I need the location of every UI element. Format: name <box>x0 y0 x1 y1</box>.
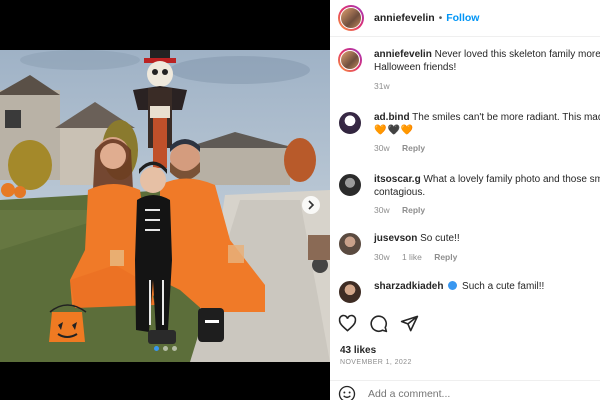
comment-text: What a lovely family photo and those sm <box>423 174 600 185</box>
carousel-dot <box>171 346 177 351</box>
list-item: sharzadkiadeh Such a cute famil!! <box>338 280 600 304</box>
family-photo-illustration <box>0 50 330 362</box>
reply-button[interactable]: Reply <box>402 205 425 215</box>
caption: anniefevelin Never loved this skeleton f… <box>338 48 600 93</box>
verified-badge-icon <box>448 281 458 290</box>
comment-body: jusevson So cute!! 30w 1 like Reply <box>374 232 460 264</box>
author-username[interactable]: anniefevelin <box>374 12 435 24</box>
like-count[interactable]: 43 likes <box>340 345 376 356</box>
action-bar <box>338 314 419 333</box>
comment-meta: 30w 1 like Reply <box>374 251 460 264</box>
photo-pane <box>0 0 330 400</box>
comment-body: itsoscar.g What a lovely family photo an… <box>374 173 600 217</box>
caption-text-line2: Halloween friends! <box>374 62 457 73</box>
commenter-avatar[interactable] <box>338 173 362 197</box>
commenter-avatar[interactable] <box>338 280 362 304</box>
reply-button[interactable]: Reply <box>402 143 425 153</box>
composer-divider <box>330 380 600 381</box>
comment-username[interactable]: sharzadkiadeh <box>374 281 443 292</box>
comment-text: So cute!! <box>420 233 460 244</box>
heart-icon[interactable] <box>338 314 357 333</box>
caption-text-line1: Never loved this skeleton family more <box>434 49 600 60</box>
commenter-avatar[interactable] <box>338 111 362 135</box>
post-side-panel: anniefevelin • Follow anniefevelin Never… <box>330 0 600 400</box>
header-separator: • <box>438 12 443 24</box>
comment-username[interactable]: itsoscar.g <box>374 174 421 185</box>
comment-meta: 30w Reply <box>374 142 600 155</box>
caption-time: 31w <box>374 81 390 91</box>
comment-time: 30w <box>374 205 390 215</box>
comment-time: 30w <box>374 143 390 153</box>
caption-username[interactable]: anniefevelin <box>374 49 432 60</box>
comment-icon[interactable] <box>369 314 388 333</box>
emoji-icon[interactable] <box>338 385 356 400</box>
comment-likes[interactable]: 1 like <box>402 252 422 262</box>
carousel-next-button[interactable] <box>302 196 320 214</box>
list-item: jusevson So cute!! 30w 1 like Reply <box>338 232 600 264</box>
comment-text-line2: contagious. <box>374 187 426 198</box>
comment-emoji: 🧡🖤🧡 <box>374 125 415 136</box>
post-date: NOVEMBER 1, 2022 <box>340 359 412 366</box>
post-photo[interactable] <box>0 50 330 362</box>
comment-username[interactable]: ad.bind <box>374 112 410 123</box>
reply-button[interactable]: Reply <box>434 252 457 262</box>
comment-composer <box>338 385 568 400</box>
post-header: anniefevelin • Follow <box>330 0 600 37</box>
comment-input[interactable] <box>368 388 568 400</box>
caption-avatar[interactable] <box>338 48 362 72</box>
follow-button[interactable]: Follow <box>446 12 479 24</box>
caption-body: anniefevelin Never loved this skeleton f… <box>374 48 600 93</box>
chevron-right-icon <box>308 200 315 210</box>
comment-text: Such a cute famil!! <box>462 281 545 292</box>
comment-body: sharzadkiadeh Such a cute famil!! <box>374 280 544 304</box>
comment-body: ad.bind The smiles can't be more radiant… <box>374 111 600 155</box>
list-item: ad.bind The smiles can't be more radiant… <box>338 111 600 155</box>
carousel-dots <box>0 346 330 351</box>
carousel-dot <box>162 346 168 351</box>
comment-text: The smiles can't be more radiant. This m… <box>412 112 600 123</box>
comment-meta: 30w Reply <box>374 204 600 217</box>
commenter-avatar[interactable] <box>338 232 362 256</box>
author-avatar[interactable] <box>338 5 364 31</box>
comment-time: 30w <box>374 252 390 262</box>
carousel-dot <box>153 346 159 351</box>
list-item: itsoscar.g What a lovely family photo an… <box>338 173 600 217</box>
comment-username[interactable]: jusevson <box>374 233 417 244</box>
caption-meta: 31w <box>374 80 600 93</box>
share-icon[interactable] <box>400 314 419 333</box>
